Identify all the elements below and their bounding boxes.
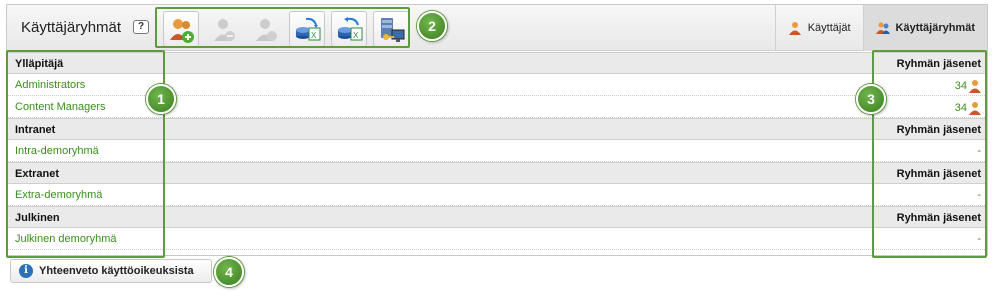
callout-1: 1 — [146, 84, 176, 114]
callout-3: 3 — [856, 84, 886, 114]
help-icon[interactable]: ? — [133, 20, 149, 34]
highlight-box-members — [872, 50, 987, 258]
highlight-box-toolbar — [155, 7, 410, 48]
callout-2: 2 — [417, 11, 447, 41]
info-icon: i — [19, 264, 33, 278]
tab-users[interactable]: Käyttäjät — [774, 5, 863, 51]
view-tabs: Käyttäjät Käyttäjäryhmät — [774, 5, 987, 51]
tab-users-label: Käyttäjät — [807, 22, 851, 34]
permissions-summary-button[interactable]: i Yhteenveto käyttöoikeuksista — [10, 259, 212, 283]
user-icon — [788, 22, 801, 35]
page-title: Käyttäjäryhmät — [21, 19, 122, 36]
highlight-box-group-names — [6, 50, 165, 258]
callout-4: 4 — [214, 257, 244, 287]
tab-user-groups[interactable]: Käyttäjäryhmät — [862, 5, 987, 51]
toolbar: Käyttäjäryhmät ? X X Käyttäjät Käyttäjär… — [7, 5, 987, 51]
permissions-summary-label: Yhteenveto käyttöoikeuksista — [39, 265, 194, 277]
group-icon — [875, 22, 890, 34]
tab-user-groups-label: Käyttäjäryhmät — [895, 22, 975, 34]
